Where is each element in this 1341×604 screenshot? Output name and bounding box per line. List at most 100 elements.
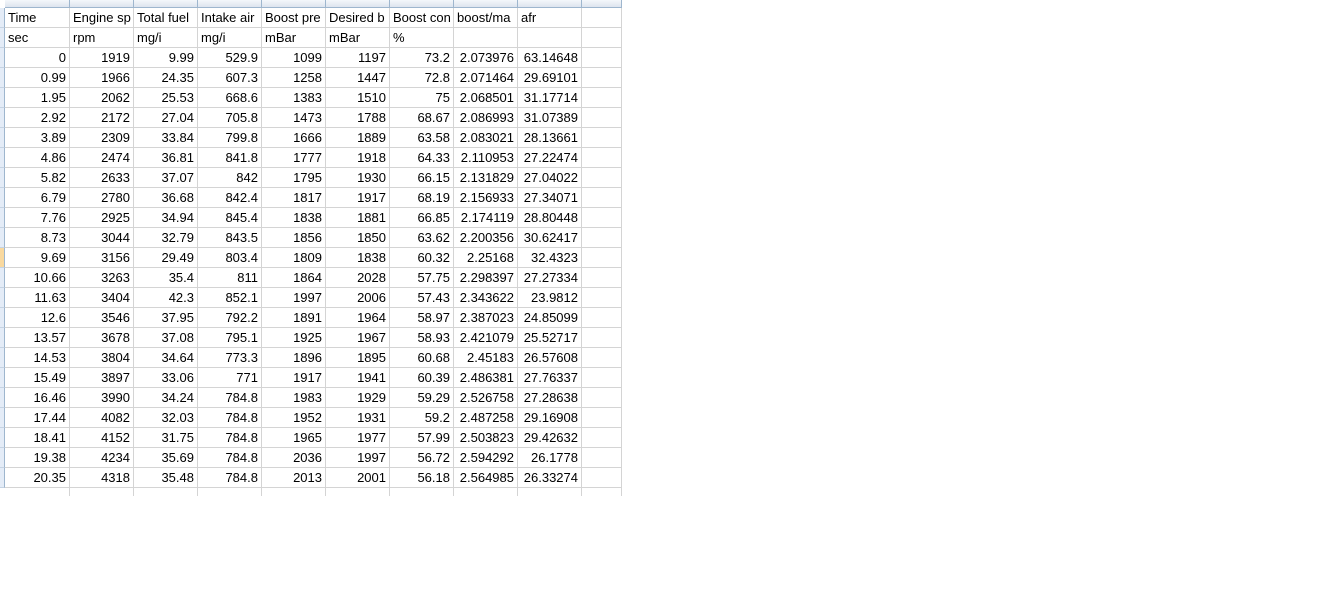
data-cell[interactable]: 2.387023 (454, 308, 518, 328)
data-cell[interactable]: 24.85099 (518, 308, 582, 328)
data-cell[interactable]: 773.3 (198, 348, 262, 368)
spreadsheet-grid[interactable]: Time Engine sp Total fuel Intake air Boost p… (0, 0, 622, 496)
data-cell[interactable] (326, 488, 390, 496)
header-cell[interactable]: Engine sp (70, 8, 134, 28)
data-cell[interactable]: 13.57 (5, 328, 70, 348)
data-cell[interactable]: 795.1 (198, 328, 262, 348)
unit-cell[interactable] (454, 28, 518, 48)
data-cell[interactable]: 30.62417 (518, 228, 582, 248)
data-cell[interactable]: 1447 (326, 68, 390, 88)
unit-cell[interactable]: rpm (70, 28, 134, 48)
unit-cell[interactable] (518, 28, 582, 48)
data-cell[interactable]: 1788 (326, 108, 390, 128)
data-cell[interactable]: 57.99 (390, 428, 454, 448)
data-cell[interactable]: 3897 (70, 368, 134, 388)
column-header[interactable] (70, 0, 134, 8)
data-cell[interactable]: 1777 (262, 148, 326, 168)
data-cell[interactable]: 841.8 (198, 148, 262, 168)
data-cell[interactable]: 0.99 (5, 68, 70, 88)
empty-cell[interactable] (582, 428, 622, 448)
data-cell[interactable]: 2.071464 (454, 68, 518, 88)
data-cell[interactable]: 34.94 (134, 208, 198, 228)
data-cell[interactable]: 68.19 (390, 188, 454, 208)
data-cell[interactable]: 20.35 (5, 468, 70, 488)
data-cell[interactable]: 2172 (70, 108, 134, 128)
data-cell[interactable]: 1965 (262, 428, 326, 448)
data-cell[interactable]: 36.68 (134, 188, 198, 208)
data-cell[interactable]: 35.4 (134, 268, 198, 288)
data-cell[interactable]: 1919 (70, 48, 134, 68)
data-cell[interactable]: 1931 (326, 408, 390, 428)
data-cell[interactable]: 2.564985 (454, 468, 518, 488)
data-cell[interactable]: 25.53 (134, 88, 198, 108)
data-cell[interactable]: 27.27334 (518, 268, 582, 288)
data-cell[interactable]: 1881 (326, 208, 390, 228)
data-cell[interactable]: 31.17714 (518, 88, 582, 108)
data-cell[interactable]: 3263 (70, 268, 134, 288)
data-cell[interactable]: 32.03 (134, 408, 198, 428)
header-cell[interactable]: Total fuel (134, 8, 198, 28)
data-cell[interactable]: 32.79 (134, 228, 198, 248)
unit-cell[interactable]: mBar (262, 28, 326, 48)
data-cell[interactable]: 63.62 (390, 228, 454, 248)
data-cell[interactable]: 803.4 (198, 248, 262, 268)
column-header[interactable] (198, 0, 262, 8)
data-cell[interactable]: 66.85 (390, 208, 454, 228)
data-cell[interactable]: 29.49 (134, 248, 198, 268)
data-cell[interactable]: 25.52717 (518, 328, 582, 348)
data-cell[interactable]: 1997 (262, 288, 326, 308)
data-cell[interactable]: 1099 (262, 48, 326, 68)
data-cell[interactable]: 2.083021 (454, 128, 518, 148)
data-cell[interactable]: 799.8 (198, 128, 262, 148)
data-cell[interactable]: 35.48 (134, 468, 198, 488)
unit-cell[interactable]: sec (5, 28, 70, 48)
data-cell[interactable]: 4082 (70, 408, 134, 428)
empty-cell[interactable] (582, 208, 622, 228)
data-cell[interactable]: 3678 (70, 328, 134, 348)
data-cell[interactable]: 2013 (262, 468, 326, 488)
data-cell[interactable]: 10.66 (5, 268, 70, 288)
data-cell[interactable]: 792.2 (198, 308, 262, 328)
data-cell[interactable]: 3804 (70, 348, 134, 368)
data-cell[interactable]: 2.45183 (454, 348, 518, 368)
data-cell[interactable]: 2.25168 (454, 248, 518, 268)
data-cell[interactable]: 27.04022 (518, 168, 582, 188)
data-cell[interactable]: 56.72 (390, 448, 454, 468)
empty-cell[interactable] (582, 48, 622, 68)
data-cell[interactable]: 1997 (326, 448, 390, 468)
data-cell[interactable]: 34.24 (134, 388, 198, 408)
data-cell[interactable]: 36.81 (134, 148, 198, 168)
data-cell[interactable]: 1258 (262, 68, 326, 88)
data-cell[interactable]: 1983 (262, 388, 326, 408)
empty-cell[interactable] (582, 148, 622, 168)
data-cell[interactable]: 842 (198, 168, 262, 188)
empty-cell[interactable] (582, 68, 622, 88)
data-cell[interactable]: 784.8 (198, 388, 262, 408)
data-cell[interactable]: 1967 (326, 328, 390, 348)
data-cell[interactable]: 1473 (262, 108, 326, 128)
data-cell[interactable]: 1929 (326, 388, 390, 408)
data-cell[interactable]: 73.2 (390, 48, 454, 68)
data-cell[interactable]: 28.80448 (518, 208, 582, 228)
data-cell[interactable]: 3404 (70, 288, 134, 308)
data-cell[interactable]: 771 (198, 368, 262, 388)
data-cell[interactable]: 2.594292 (454, 448, 518, 468)
data-cell[interactable]: 2474 (70, 148, 134, 168)
data-cell[interactable]: 2.503823 (454, 428, 518, 448)
data-cell[interactable]: 1838 (262, 208, 326, 228)
data-cell[interactable]: 2.200356 (454, 228, 518, 248)
data-cell[interactable]: 8.73 (5, 228, 70, 248)
data-cell[interactable]: 1917 (262, 368, 326, 388)
data-cell[interactable]: 16.46 (5, 388, 70, 408)
data-cell[interactable]: 1856 (262, 228, 326, 248)
unit-cell[interactable]: mg/i (134, 28, 198, 48)
data-cell[interactable]: 29.16908 (518, 408, 582, 428)
header-cell[interactable]: Boost con (390, 8, 454, 28)
data-cell[interactable]: 1896 (262, 348, 326, 368)
empty-cell[interactable] (582, 328, 622, 348)
data-cell[interactable]: 75 (390, 88, 454, 108)
data-cell[interactable]: 3546 (70, 308, 134, 328)
column-header[interactable] (518, 0, 582, 8)
data-cell[interactable]: 4152 (70, 428, 134, 448)
unit-cell[interactable]: mBar (326, 28, 390, 48)
